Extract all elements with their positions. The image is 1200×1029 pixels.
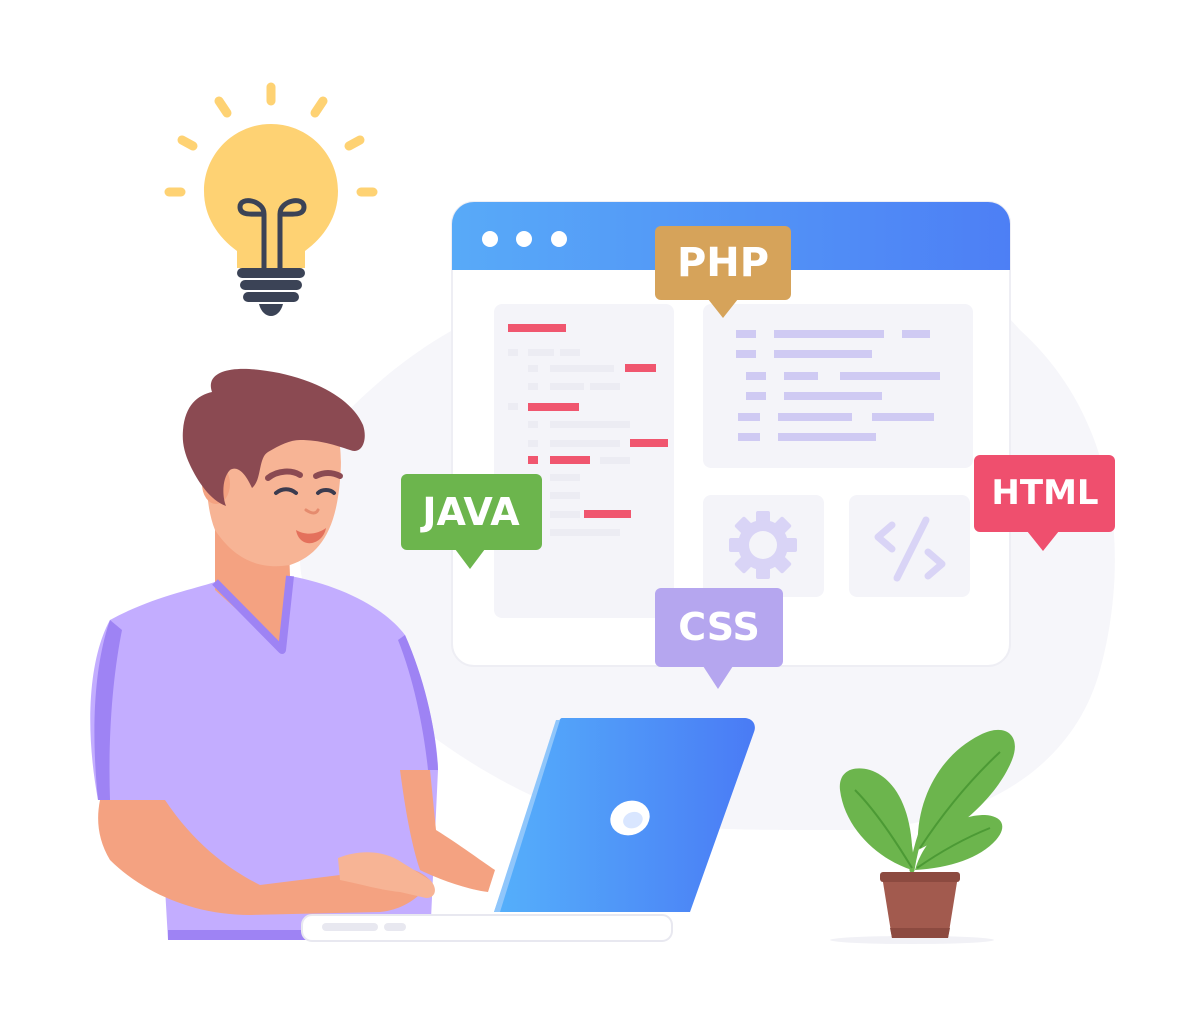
code-tile <box>849 495 970 597</box>
window-dot-3 <box>551 231 567 247</box>
window-dot-2 <box>516 231 532 247</box>
window-dot-1 <box>482 231 498 247</box>
java-label: JAVA <box>419 490 520 534</box>
css-label: CSS <box>678 605 760 649</box>
html-label: HTML <box>991 473 1098 513</box>
settings-tile <box>703 495 824 597</box>
lightbulb-icon <box>164 82 378 316</box>
code-panel-left <box>494 304 674 618</box>
illustration: PHP JAVA HTML CSS <box>90 82 1115 944</box>
php-label: PHP <box>677 240 769 286</box>
gear-icon <box>729 511 797 579</box>
code-panel-right <box>703 304 973 468</box>
